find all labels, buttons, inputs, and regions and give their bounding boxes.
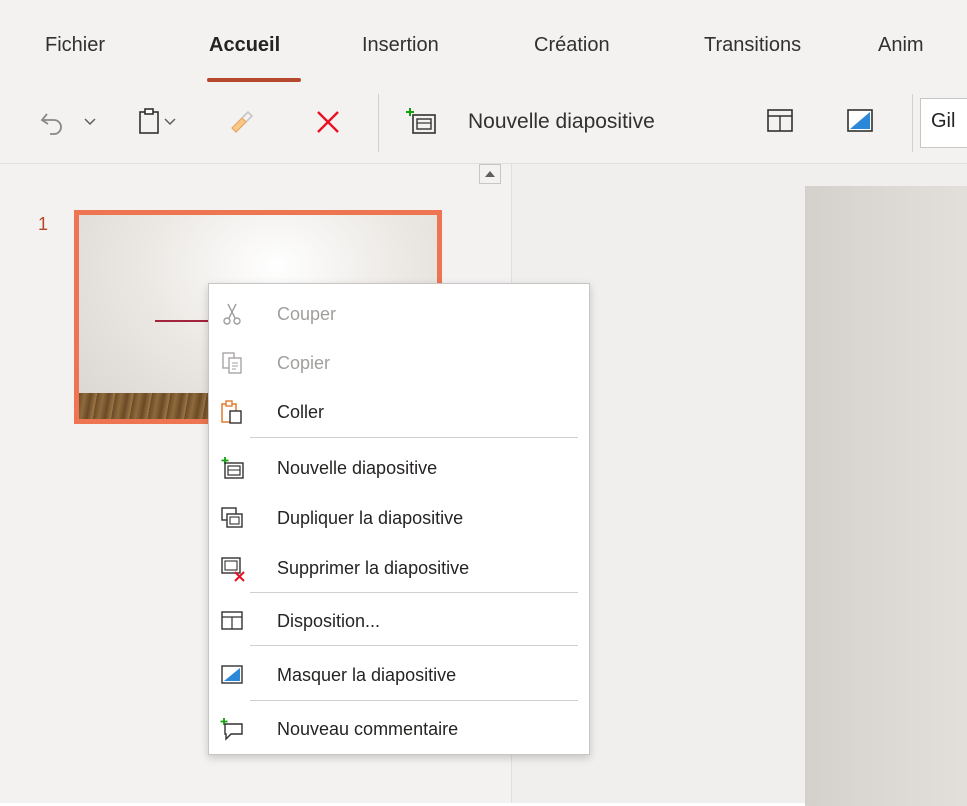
menu-item-label: Coller xyxy=(277,402,325,422)
menu-item-label: Nouveau commentaire xyxy=(277,719,459,739)
active-tab-indicator xyxy=(207,78,301,82)
new-slide-button-label[interactable]: Nouvelle diapositive xyxy=(468,110,655,134)
menu-item-label: Disposition... xyxy=(277,611,381,631)
arrow-up-icon xyxy=(485,171,495,177)
menu-separator xyxy=(250,437,578,438)
menu-item-disposition[interactable]: Disposition... xyxy=(209,599,589,643)
layout-icon xyxy=(220,609,244,633)
copy-icon xyxy=(220,351,244,375)
menu-item-label: Nouvelle diapositive xyxy=(277,458,438,478)
format-painter-icon[interactable] xyxy=(226,106,256,136)
menu-item-couper[interactable]: Couper xyxy=(209,292,589,336)
menu-item-label: Copier xyxy=(277,353,331,373)
hide-slide-icon xyxy=(220,663,244,687)
paste-icon[interactable] xyxy=(136,106,164,136)
delete-slide-icon xyxy=(220,556,245,582)
menu-separator xyxy=(250,645,578,646)
font-name-box[interactable]: Gil xyxy=(920,98,967,148)
toolbar-separator xyxy=(378,94,379,152)
menu-item-label: Supprimer la diapositive xyxy=(277,558,470,578)
tab-transitions[interactable]: Transitions xyxy=(704,34,801,57)
toolbar-separator xyxy=(912,94,913,152)
menu-item-label: Masquer la diapositive xyxy=(277,665,457,685)
tab-insertion[interactable]: Insertion xyxy=(362,34,439,57)
slide-number: 1 xyxy=(38,214,49,234)
new-slide-icon[interactable] xyxy=(405,106,437,136)
scissors-icon xyxy=(220,302,244,326)
menu-item-coller[interactable]: Coller xyxy=(209,390,589,434)
menu-item-masquer-diapositive[interactable]: Masquer la diapositive xyxy=(209,653,589,697)
hide-slide-icon[interactable] xyxy=(846,108,874,134)
menu-item-nouveau-commentaire[interactable]: Nouveau commentaire xyxy=(209,707,589,751)
menu-item-nouvelle-diapositive[interactable]: Nouvelle diapositive xyxy=(209,446,589,490)
menu-item-supprimer-diapositive[interactable]: Supprimer la diapositive xyxy=(209,546,589,590)
ribbon-tabs: Fichier Accueil Insertion Création Trans… xyxy=(0,0,967,84)
comment-icon xyxy=(220,717,244,741)
menu-item-label: Couper xyxy=(277,304,337,324)
menu-item-label: Dupliquer la diapositive xyxy=(277,508,464,528)
new-slide-icon xyxy=(220,456,244,480)
scroll-up-button[interactable] xyxy=(479,164,501,184)
menu-item-dupliquer-diapositive[interactable]: Dupliquer la diapositive xyxy=(209,496,589,540)
tab-fichier[interactable]: Fichier xyxy=(45,34,105,57)
duplicate-slide-icon xyxy=(220,506,244,530)
undo-icon[interactable] xyxy=(38,108,66,136)
thumbnail-accent-line xyxy=(155,320,215,322)
menu-separator xyxy=(250,700,578,701)
delete-icon[interactable] xyxy=(314,108,342,136)
chevron-down-icon[interactable] xyxy=(82,114,98,130)
menu-separator xyxy=(250,592,578,593)
slide-canvas[interactable] xyxy=(805,186,967,806)
layout-icon[interactable] xyxy=(766,108,794,134)
paste-icon xyxy=(220,400,244,424)
tab-accueil[interactable]: Accueil xyxy=(209,34,280,57)
menu-item-copier[interactable]: Copier xyxy=(209,341,589,385)
chevron-down-icon[interactable] xyxy=(162,114,178,130)
tab-animations[interactable]: Anim xyxy=(878,34,924,57)
tab-creation[interactable]: Création xyxy=(534,34,610,57)
